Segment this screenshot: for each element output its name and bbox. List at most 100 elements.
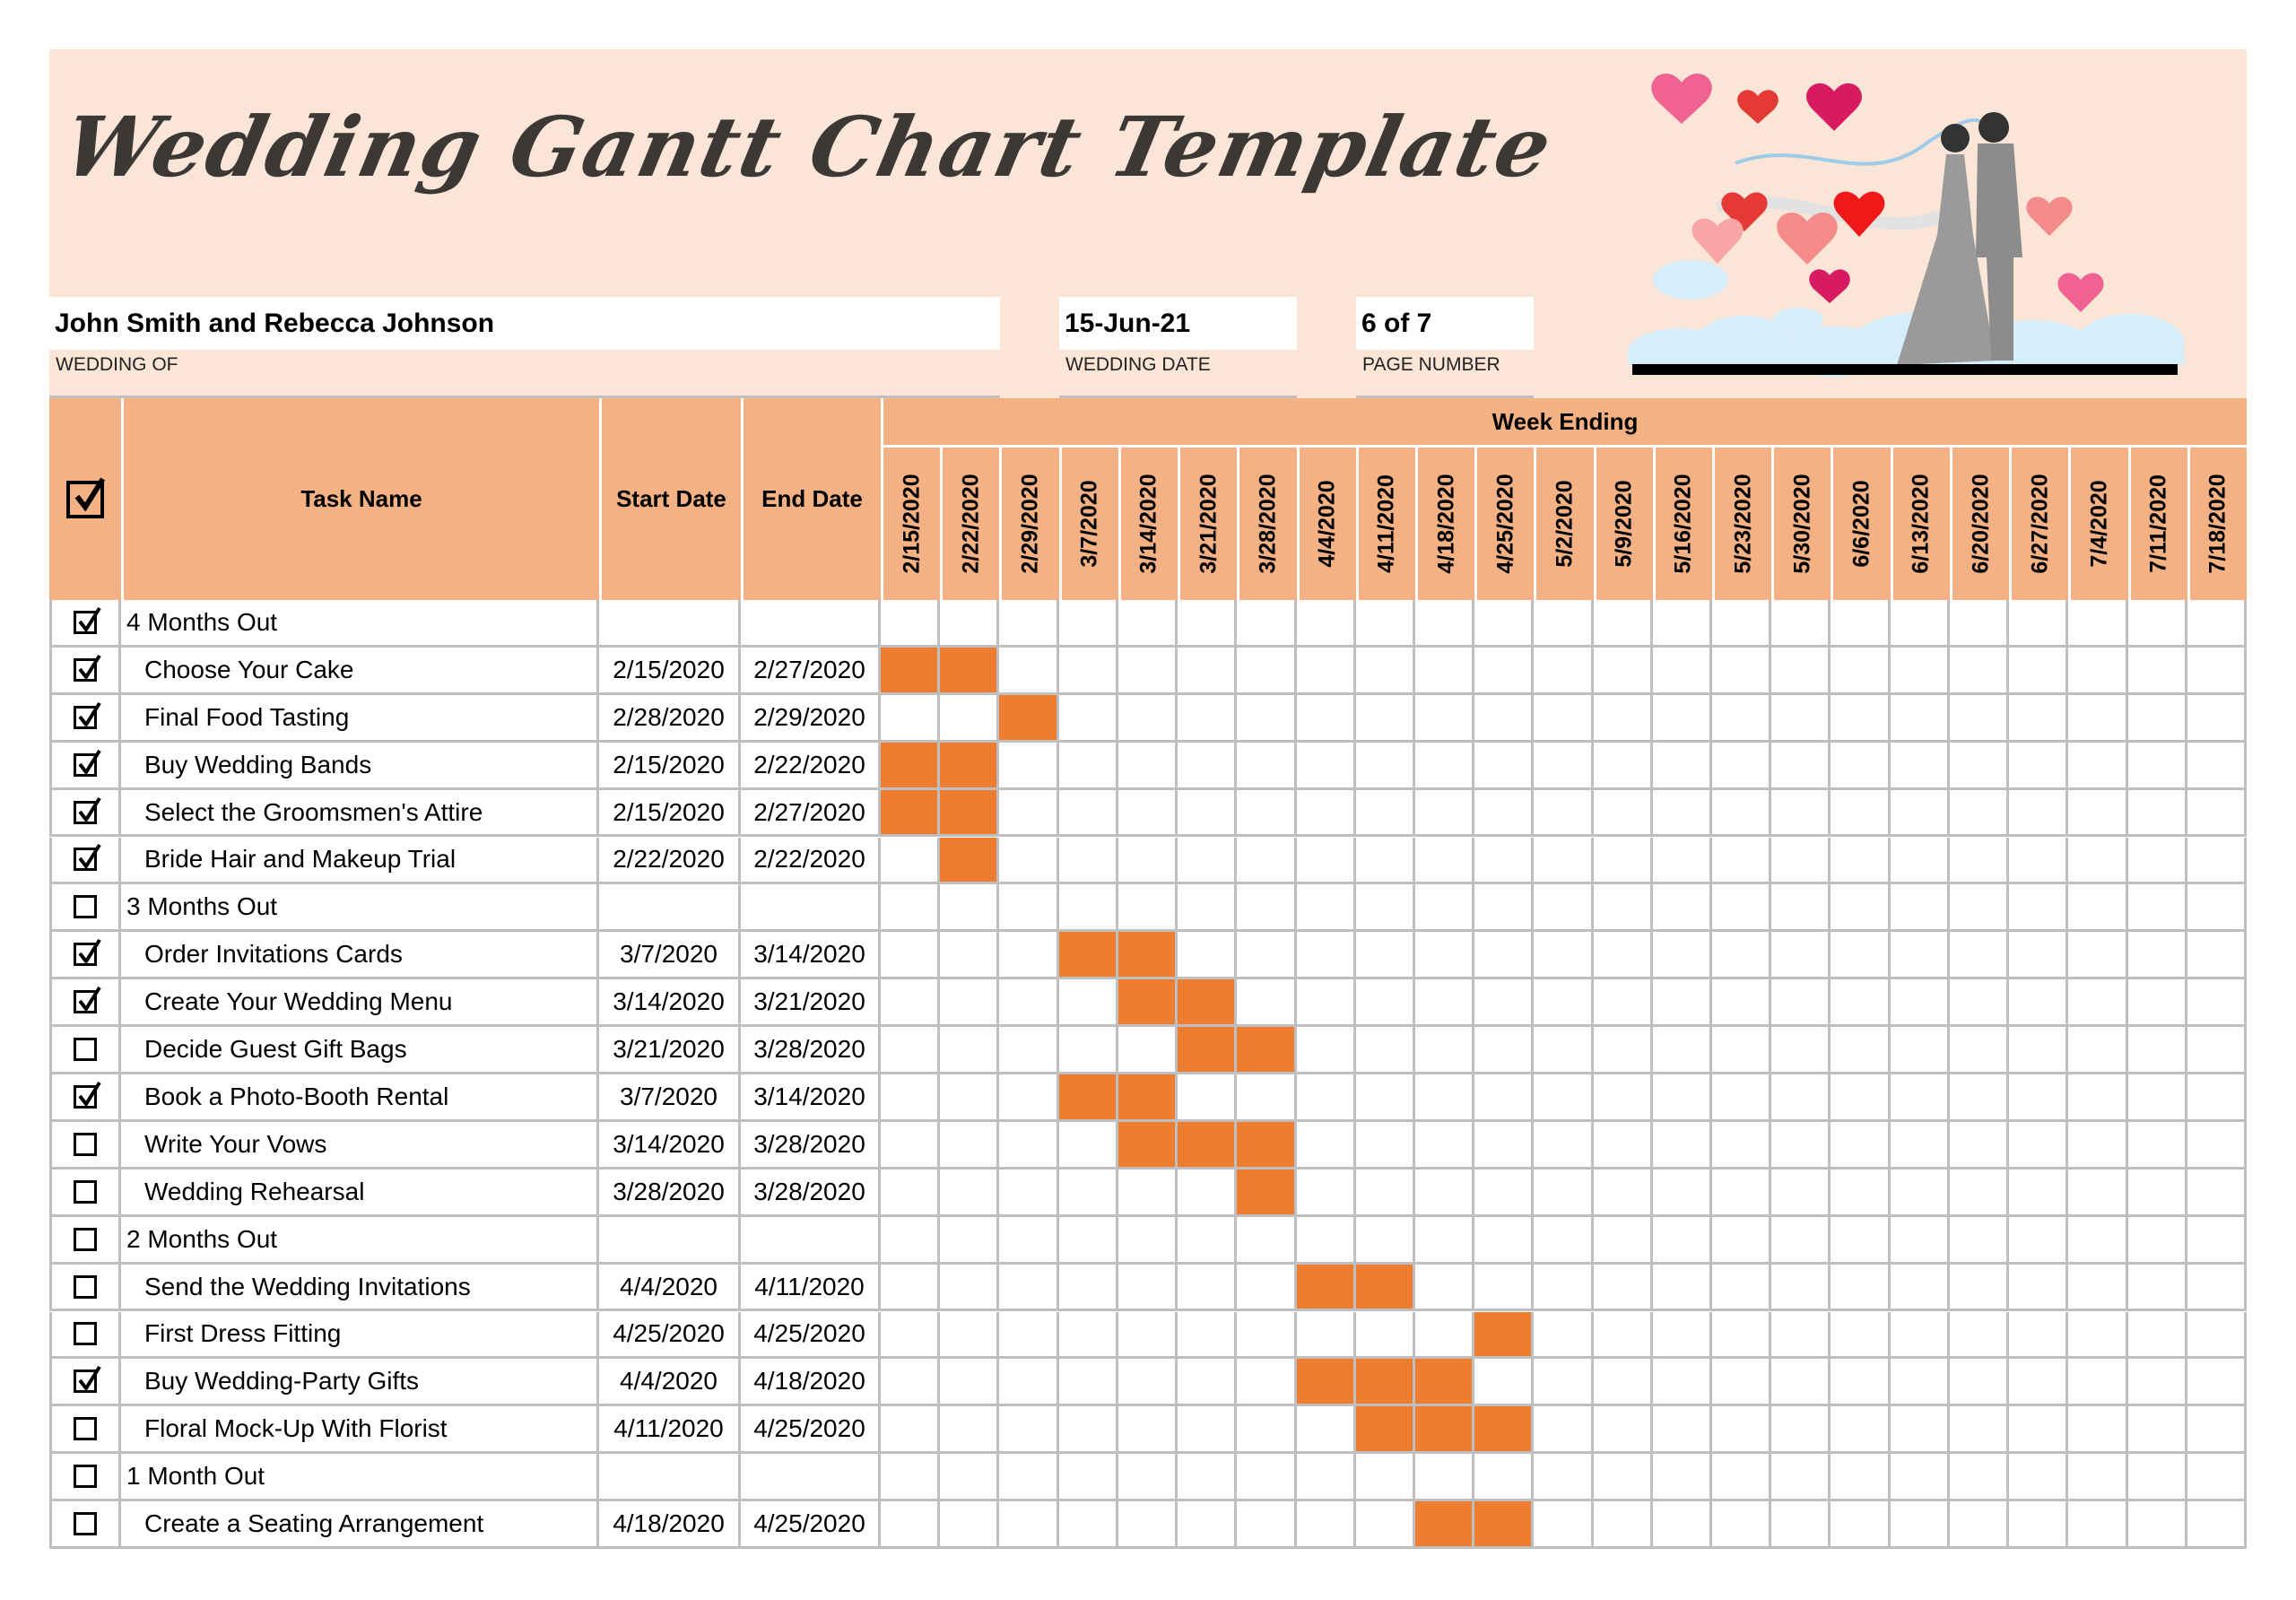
start-date-cell[interactable]: 2/28/2020	[599, 694, 741, 743]
start-date-cell[interactable]: 4/18/2020	[599, 1501, 741, 1549]
checked-box-icon[interactable]	[74, 654, 101, 682]
checked-box-icon[interactable]	[74, 1081, 101, 1109]
end-date-cell[interactable]	[741, 600, 881, 648]
task-name-cell[interactable]: Wedding Rehearsal	[121, 1169, 599, 1217]
gantt-empty-cell	[1296, 694, 1356, 743]
gantt-empty-cell	[1474, 694, 1535, 743]
end-date-cell[interactable]: 3/28/2020	[741, 1169, 881, 1217]
unchecked-box-icon[interactable]	[74, 1132, 97, 1156]
task-name-cell[interactable]: Create Your Wedding Menu	[121, 979, 599, 1028]
unchecked-box-icon[interactable]	[74, 1322, 97, 1346]
start-date-cell[interactable]: 2/15/2020	[599, 742, 741, 790]
end-date-cell[interactable]	[741, 1454, 881, 1502]
gantt-empty-cell	[1534, 789, 1594, 838]
wedding-of-field[interactable]: John Smith and Rebecca Johnson	[49, 297, 1000, 350]
start-date-cell[interactable]: 4/4/2020	[599, 1359, 741, 1407]
task-name-cell[interactable]: 3 Months Out	[121, 884, 599, 933]
end-date-cell[interactable]: 2/27/2020	[741, 789, 881, 838]
end-date-cell[interactable]: 4/18/2020	[741, 1359, 881, 1407]
start-date-cell[interactable]	[599, 884, 741, 933]
unchecked-box-icon[interactable]	[74, 1512, 97, 1536]
task-name-cell[interactable]: Buy Wedding Bands	[121, 742, 599, 790]
gantt-empty-cell	[1355, 600, 1415, 648]
unchecked-box-icon[interactable]	[74, 1179, 97, 1204]
gantt-empty-cell	[1178, 884, 1238, 933]
start-date-cell[interactable]	[599, 1216, 741, 1265]
checked-box-icon[interactable]	[74, 987, 101, 1014]
end-date-cell[interactable]	[741, 884, 881, 933]
start-date-cell[interactable]	[599, 600, 741, 648]
gantt-empty-cell	[1118, 1311, 1178, 1360]
start-date-cell[interactable]: 2/15/2020	[599, 647, 741, 695]
task-name-cell[interactable]: Send the Wedding Invitations	[121, 1264, 599, 1312]
end-date-cell[interactable]: 2/27/2020	[741, 647, 881, 695]
checked-box-icon[interactable]	[74, 796, 101, 824]
task-name-cell[interactable]: Bride Hair and Makeup Trial	[121, 837, 599, 885]
task-name-cell[interactable]: Buy Wedding-Party Gifts	[121, 1359, 599, 1407]
checked-box-icon[interactable]	[74, 1366, 101, 1394]
unchecked-box-icon[interactable]	[74, 1417, 97, 1441]
checked-box-icon[interactable]	[74, 749, 101, 777]
end-date: 4/25/2020	[753, 1319, 865, 1348]
gantt-empty-cell	[1890, 1454, 1950, 1502]
end-date-cell[interactable]: 4/25/2020	[741, 1311, 881, 1360]
end-date-cell[interactable]: 2/29/2020	[741, 694, 881, 743]
end-date-cell[interactable]: 4/11/2020	[741, 1264, 881, 1312]
task-name-cell[interactable]: Select the Groomsmen's Attire	[121, 789, 599, 838]
task-name-cell[interactable]: 1 Month Out	[121, 1454, 599, 1502]
start-date-cell[interactable]: 4/25/2020	[599, 1311, 741, 1360]
unchecked-box-icon[interactable]	[74, 1465, 97, 1489]
task-name-cell[interactable]: Write Your Vows	[121, 1121, 599, 1170]
unchecked-box-icon[interactable]	[74, 895, 97, 919]
end-date-cell[interactable]: 3/28/2020	[741, 1027, 881, 1074]
task-name-cell[interactable]: Final Food Tasting	[121, 694, 599, 743]
start-date-cell[interactable]: 3/14/2020	[599, 1121, 741, 1170]
week-column-header: 7/4/2020	[2068, 445, 2128, 600]
start-date-cell[interactable]: 2/22/2020	[599, 837, 741, 885]
task-name-cell[interactable]: 4 Months Out	[121, 600, 599, 648]
end-date-cell[interactable]: 3/21/2020	[741, 979, 881, 1028]
checked-box-icon[interactable]	[74, 606, 101, 634]
unchecked-box-icon[interactable]	[74, 1038, 97, 1062]
task-name-cell[interactable]: 2 Months Out	[121, 1216, 599, 1265]
task-name-cell[interactable]: Order Invitations Cards	[121, 932, 599, 980]
checked-box-icon[interactable]	[74, 844, 101, 872]
task-name-cell[interactable]: First Dress Fitting	[121, 1311, 599, 1360]
end-date-cell[interactable]	[741, 1216, 881, 1265]
wedding-date-field[interactable]: 15-Jun-21	[1059, 297, 1297, 350]
checked-box-icon[interactable]	[74, 939, 101, 967]
start-date-cell[interactable]: 4/4/2020	[599, 1264, 741, 1312]
checked-box-icon[interactable]	[74, 701, 101, 729]
gantt-empty-cell	[1949, 647, 2010, 695]
start-date-cell[interactable]	[599, 1454, 741, 1502]
start-date-cell[interactable]: 3/21/2020	[599, 1027, 741, 1074]
end-date-cell[interactable]: 4/25/2020	[741, 1406, 881, 1455]
gantt-empty-cell	[2127, 1121, 2187, 1170]
header-task-name: Task Name	[121, 398, 599, 600]
end-date-cell[interactable]: 2/22/2020	[741, 742, 881, 790]
task-name-cell[interactable]: Book a Photo-Booth Rental	[121, 1074, 599, 1122]
task-name-cell[interactable]: Choose Your Cake	[121, 647, 599, 695]
start-date: 2/15/2020	[613, 655, 725, 683]
gantt-empty-cell	[2187, 837, 2247, 885]
end-date-cell[interactable]: 4/25/2020	[741, 1501, 881, 1549]
gantt-empty-cell	[1652, 1359, 1713, 1407]
end-date-cell[interactable]: 3/14/2020	[741, 1074, 881, 1122]
start-date-cell[interactable]: 3/7/2020	[599, 1074, 741, 1122]
end-date-cell[interactable]: 3/14/2020	[741, 932, 881, 980]
page-number-field[interactable]: 6 of 7	[1356, 297, 1534, 350]
start-date-cell[interactable]: 3/14/2020	[599, 979, 741, 1028]
end-date-cell[interactable]: 3/28/2020	[741, 1121, 881, 1170]
start-date-cell[interactable]: 3/7/2020	[599, 932, 741, 980]
status-cell	[49, 600, 121, 648]
start-date-cell[interactable]: 4/11/2020	[599, 1406, 741, 1455]
start-date-cell[interactable]: 3/28/2020	[599, 1169, 741, 1217]
task-name-cell[interactable]: Create a Seating Arrangement	[121, 1501, 599, 1549]
gantt-empty-cell	[1771, 694, 1831, 743]
end-date-cell[interactable]: 2/22/2020	[741, 837, 881, 885]
task-name-cell[interactable]: Floral Mock-Up With Florist	[121, 1406, 599, 1455]
unchecked-box-icon[interactable]	[74, 1274, 97, 1299]
task-name-cell[interactable]: Decide Guest Gift Bags	[121, 1027, 599, 1074]
start-date-cell[interactable]: 2/15/2020	[599, 789, 741, 838]
unchecked-box-icon[interactable]	[74, 1227, 97, 1251]
